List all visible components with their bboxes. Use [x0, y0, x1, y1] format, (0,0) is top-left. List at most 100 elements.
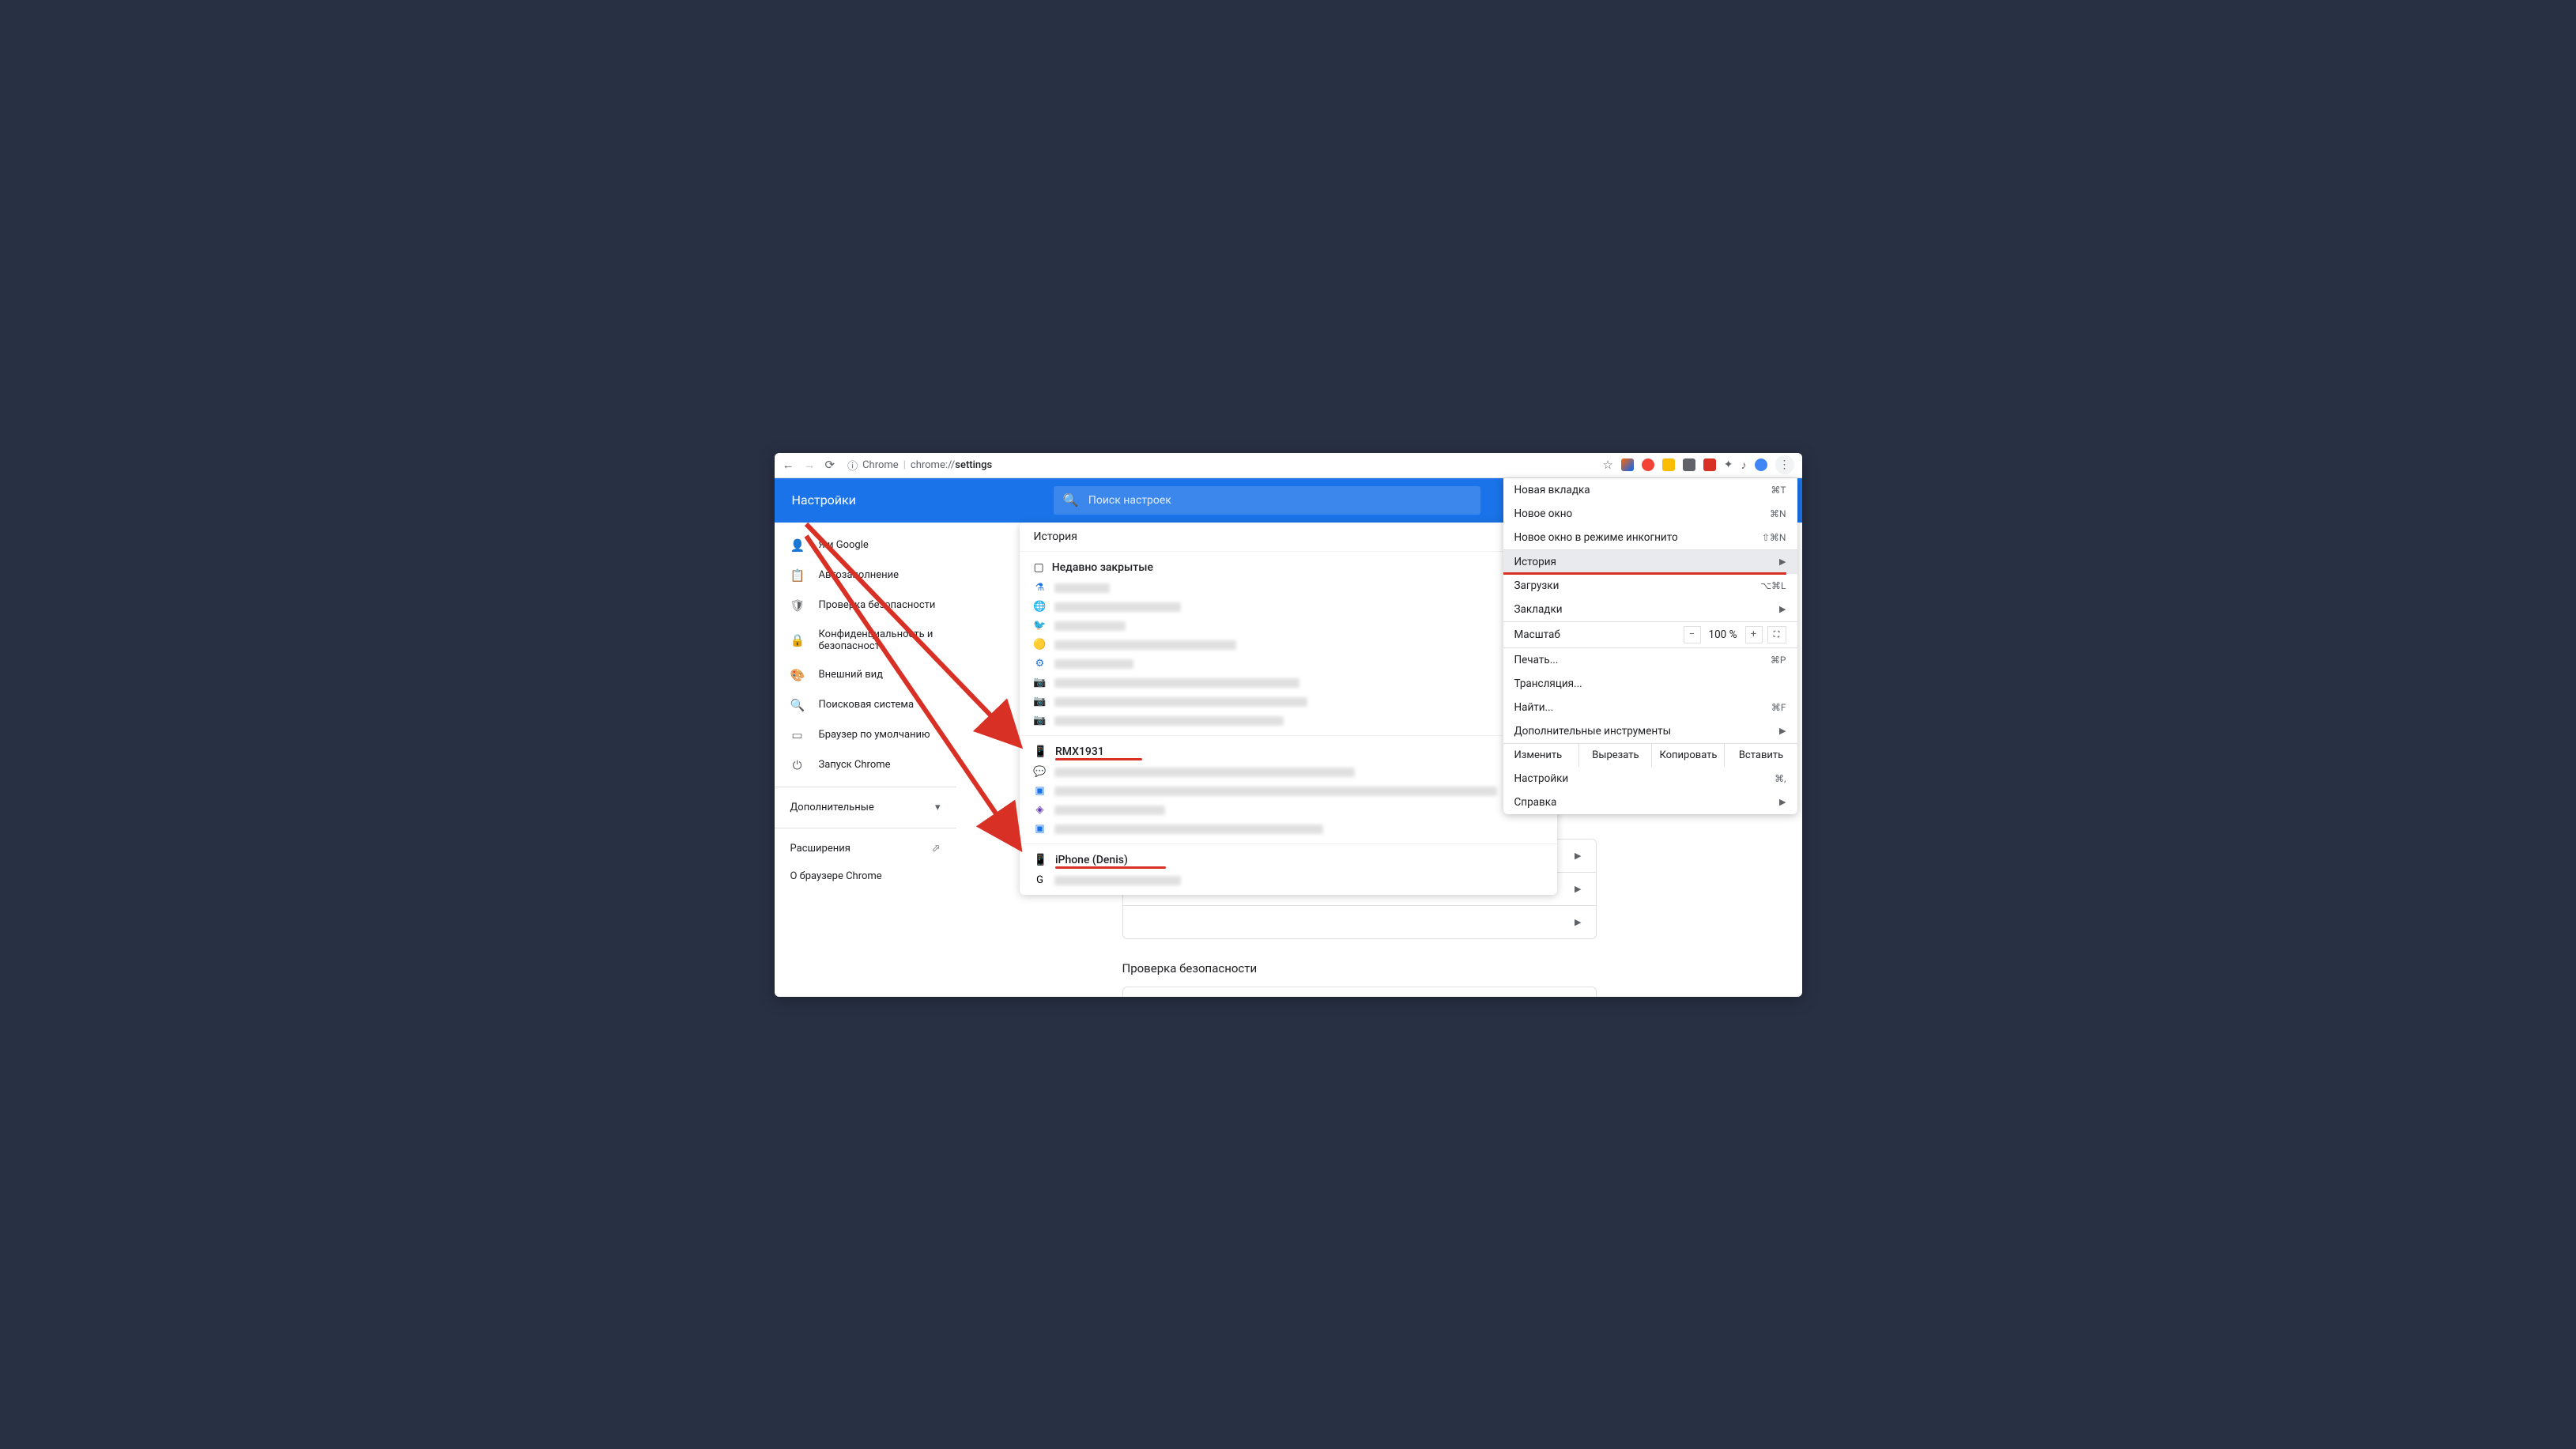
device-1-header: 📱RMX1931 — [1020, 741, 1557, 763]
sidebar-item-extensions[interactable]: Расширения⬀ — [775, 835, 956, 862]
menu-history[interactable]: История▶ — [1503, 550, 1797, 574]
site-info-icon[interactable]: ⓘ — [847, 458, 858, 473]
star-icon[interactable]: ☆ — [1602, 458, 1612, 472]
settings-card-row[interactable]: ▶ — [1123, 906, 1596, 938]
sidebar-item-autofill[interactable]: 📋Автозаполнение — [775, 560, 956, 591]
history-item[interactable]: 📷 — [1020, 674, 1557, 692]
back-icon[interactable]: ← — [783, 458, 794, 472]
security-check-section: Проверка безопасности 🛡 Chrome поможет о… — [1122, 961, 1597, 997]
menu-incognito[interactable]: Новое окно в режиме инкогнито⇧⌘N — [1503, 526, 1797, 549]
extension-2-icon[interactable] — [1642, 458, 1654, 471]
phone-icon: 📱 — [1034, 745, 1047, 758]
sidebar-item-on-startup[interactable]: ⏻Запуск Chrome — [775, 750, 956, 780]
history-item[interactable]: ◈ — [1020, 801, 1557, 820]
sidebar-item-advanced[interactable]: Дополнительные▾ — [775, 794, 956, 821]
twitter-icon: 🐦 — [1034, 620, 1047, 632]
menu-edit-row: Изменить Вырезать Копировать Вставить — [1503, 743, 1797, 767]
history-submenu-header[interactable]: История ⌘Y — [1020, 523, 1557, 552]
menu-new-tab[interactable]: Новая вкладка⌘T — [1503, 478, 1797, 502]
sidebar-item-privacy[interactable]: 🔒Конфиденциальность и безопасность — [775, 621, 956, 660]
sidebar-item-about[interactable]: О браузере Chrome — [775, 862, 956, 890]
chevron-right-icon: ▶ — [1575, 917, 1581, 927]
app-icon: ▣ — [1034, 823, 1047, 836]
menu-more-tools[interactable]: Дополнительные инструменты▶ — [1503, 719, 1797, 743]
sidebar-item-safety-check[interactable]: 🛡Проверка безопасности — [775, 591, 956, 621]
security-heading: Проверка безопасности — [1122, 961, 1597, 975]
history-item[interactable]: 🌐 — [1020, 598, 1557, 617]
extension-3-icon[interactable] — [1662, 458, 1675, 471]
menu-help[interactable]: Справка▶ — [1503, 791, 1797, 814]
zoom-out-button[interactable]: − — [1684, 626, 1701, 643]
extension-1-icon[interactable] — [1621, 458, 1634, 471]
menu-bookmarks[interactable]: Закладки▶ — [1503, 598, 1797, 621]
diamond-icon: ◈ — [1034, 804, 1047, 817]
globe-icon: 🌐 — [1034, 601, 1047, 613]
phone-icon: 📱 — [1034, 854, 1047, 866]
chevron-right-icon: ▶ — [1575, 851, 1581, 861]
extension-icons: ☆ ✦ ♪ ⋮ — [1602, 455, 1793, 474]
menu-edit-label: Изменить — [1503, 744, 1580, 767]
security-card: 🛡 Chrome поможет обеспечить защиту от ут… — [1122, 987, 1597, 997]
menu-print[interactable]: Печать...⌘P — [1503, 648, 1797, 672]
history-item[interactable]: 📷 — [1020, 711, 1557, 730]
history-item[interactable]: G — [1020, 871, 1557, 890]
search-icon: 🔍 — [1063, 492, 1079, 508]
history-item[interactable]: 💬 — [1020, 763, 1557, 782]
chevron-right-icon: ▶ — [1575, 884, 1581, 894]
zoom-in-button[interactable]: + — [1745, 626, 1763, 643]
history-item[interactable]: 🐦 — [1020, 617, 1557, 636]
browser-window: ← → ⟳ ⓘ Chrome | chrome://settings ☆ ✦ ♪… — [775, 453, 1802, 997]
assignment-icon: 📋 — [790, 568, 805, 583]
profile-avatar[interactable] — [1755, 458, 1767, 471]
extension-4-icon[interactable] — [1683, 458, 1695, 471]
search-engine-icon: 🔍 — [790, 698, 805, 712]
addr-chrome-label: Chrome — [862, 459, 899, 471]
settings-search[interactable]: 🔍 — [1054, 486, 1480, 515]
chevron-right-icon: ▶ — [1779, 797, 1786, 807]
chevron-right-icon: ▶ — [1779, 557, 1786, 567]
sidebar-item-appearance[interactable]: 🎨Внешний вид — [775, 660, 956, 690]
media-icon[interactable]: ♪ — [1741, 458, 1747, 472]
menu-new-window[interactable]: Новое окно⌘N — [1503, 502, 1797, 526]
instagram-icon: 📷 — [1034, 715, 1047, 727]
history-item[interactable]: 🟡 — [1020, 636, 1557, 655]
menu-paste[interactable]: Вставить — [1725, 744, 1797, 767]
gear-icon: ⚙ — [1034, 658, 1047, 670]
menu-settings[interactable]: Настройки⌘, — [1503, 767, 1797, 791]
chrome-main-menu: Новая вкладка⌘T Новое окно⌘N Новое окно … — [1503, 478, 1797, 814]
shield-check-icon: 🛡 — [790, 598, 805, 613]
fullscreen-button[interactable]: ⛶ — [1767, 626, 1786, 643]
sidebar-item-default-browser[interactable]: ▭Браузер по умолчанию — [775, 720, 956, 750]
browser-icon: ▭ — [790, 728, 805, 742]
device-2-header: 📱iPhone (Denis) — [1020, 849, 1557, 871]
menu-find[interactable]: Найти...⌘F — [1503, 696, 1797, 719]
external-link-icon: ⬀ — [932, 843, 941, 855]
forward-icon: → — [804, 458, 816, 472]
instagram-icon: 📷 — [1034, 696, 1047, 708]
sidebar-item-me-and-google[interactable]: 👤Я и Google — [775, 530, 956, 560]
chrome-icon: 🟡 — [1034, 639, 1047, 651]
menu-cast[interactable]: Трансляция... — [1503, 672, 1797, 696]
menu-cut[interactable]: Вырезать — [1579, 744, 1652, 767]
flask-icon: ⚗ — [1034, 582, 1047, 594]
chrome-menu-button[interactable]: ⋮ — [1775, 455, 1794, 474]
zoom-value: 100 % — [1706, 628, 1741, 641]
app-icon: ▣ — [1034, 785, 1047, 798]
address-bar[interactable]: ⓘ Chrome | chrome://settings — [847, 458, 992, 473]
history-item[interactable]: ▣ — [1020, 782, 1557, 801]
history-item[interactable]: ⚗⇧⌘T — [1020, 579, 1557, 598]
history-item[interactable]: 📷 — [1020, 692, 1557, 711]
google-icon: G — [1034, 874, 1047, 887]
reload-icon[interactable]: ⟳ — [825, 458, 835, 472]
menu-copy[interactable]: Копировать — [1652, 744, 1725, 767]
menu-downloads[interactable]: Загрузки⌥⌘L — [1503, 574, 1797, 598]
chevron-right-icon: ▶ — [1779, 726, 1786, 736]
person-icon: 👤 — [790, 538, 805, 553]
search-input[interactable] — [1088, 494, 1471, 507]
history-item[interactable]: ▣ — [1020, 820, 1557, 839]
history-item[interactable]: ⚙ — [1020, 655, 1557, 674]
palette-icon: 🎨 — [790, 668, 805, 682]
extensions-puzzle-icon[interactable]: ✦ — [1724, 458, 1733, 471]
sidebar-item-search-engine[interactable]: 🔍Поисковая система — [775, 690, 956, 720]
extension-5-icon[interactable] — [1703, 458, 1716, 471]
